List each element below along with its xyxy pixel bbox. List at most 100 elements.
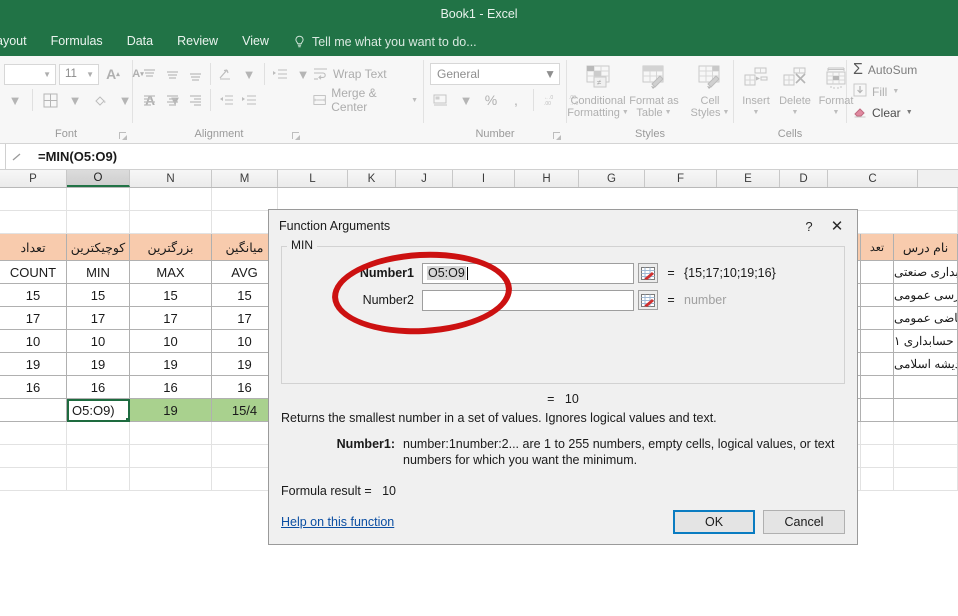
column-header-M[interactable]: M [212,170,278,187]
column-header-P[interactable]: P [0,170,67,187]
cell[interactable] [278,188,958,211]
cell-min-2[interactable]: 10 [67,330,130,353]
cell[interactable] [130,422,212,445]
header-cell-max-fa[interactable]: بزرگترین [130,234,212,261]
autosum-button[interactable]: Σ AutoSum [847,59,923,81]
cell[interactable] [130,468,212,491]
cell[interactable] [861,376,894,399]
column-header-D[interactable]: D [780,170,828,187]
help-on-this-function-link[interactable]: Help on this function [281,515,673,529]
column-header-F[interactable]: F [645,170,717,187]
cell[interactable] [861,353,894,376]
fill-color-icon[interactable] [89,89,111,111]
cell-count-0[interactable]: 15 [0,284,67,307]
column-header-K[interactable]: K [348,170,396,187]
cell[interactable] [130,445,212,468]
cell-max-4[interactable]: 16 [130,376,212,399]
percent-style-icon[interactable]: % [480,89,502,111]
header-cell-count2-fa[interactable]: تعد [861,234,894,261]
chevron-down-icon[interactable]: ▼ [833,107,840,119]
increase-indent-icon-2[interactable] [238,89,260,111]
font-size-combo[interactable]: 11 ▼ [59,63,99,85]
decrease-indent-icon[interactable] [215,89,237,111]
conditional-formatting-button[interactable]: ≠ Conditional Formatting ▼ [567,61,629,119]
cell-count-2[interactable]: 10 [0,330,67,353]
align-right-icon[interactable] [184,89,206,111]
tell-me-box[interactable]: Tell me what you want to do... [293,35,477,49]
column-header-G[interactable]: G [579,170,645,187]
chevron-down-icon[interactable]: ▼ [892,88,899,95]
cancel-button[interactable]: Cancel [763,510,845,534]
collapse-dialog-button-1[interactable] [638,263,658,283]
header-cell-count-en[interactable]: COUNT [0,261,67,284]
cell[interactable] [67,211,130,234]
insert-cells-button[interactable]: Insert ▼ [738,61,774,119]
tab-data[interactable]: Data [115,30,165,54]
tab-formulas[interactable]: Formulas [39,30,115,54]
cell[interactable] [0,445,67,468]
column-header-L[interactable]: L [278,170,348,187]
cell-max-1[interactable]: 17 [130,307,212,330]
cell[interactable] [0,188,67,211]
chevron-down-icon[interactable]: ▼ [411,97,418,104]
cell-min-1[interactable]: 17 [67,307,130,330]
orientation-caret-icon[interactable]: ▼ [238,63,260,85]
alignment-dialog-launcher-icon[interactable] [292,132,301,141]
chevron-down-icon[interactable]: ▼ [792,107,799,119]
cell[interactable] [67,445,130,468]
align-bottom-icon[interactable] [184,63,206,85]
chevron-down-icon[interactable]: ▼ [906,109,913,116]
column-header-C[interactable]: C [828,170,918,187]
close-icon[interactable]: ✕ [823,213,851,239]
active-cell-editing[interactable]: O5:O9) [67,399,130,422]
number-format-combo[interactable]: General ▼ [430,63,560,85]
cell[interactable] [894,399,958,422]
align-top-icon[interactable] [138,63,160,85]
increase-indent-icon[interactable] [269,63,291,85]
chevron-down-icon[interactable]: ▼ [665,107,672,119]
tab-view[interactable]: View [230,30,281,54]
tab-page-layout[interactable]: ayout [0,30,39,54]
borders-icon[interactable] [39,89,61,111]
delete-cells-button[interactable]: Delete ▼ [776,61,814,119]
font-dialog-launcher-icon[interactable] [119,132,128,141]
cell[interactable] [861,445,894,468]
cell[interactable] [861,330,894,353]
cell[interactable] [0,422,67,445]
wrap-text-button[interactable]: Wrap Text [310,67,387,81]
arg-input-number2[interactable] [422,289,634,311]
formula-input[interactable]: =MIN(O5:O9) [28,144,958,169]
column-header-H[interactable]: H [515,170,579,187]
cell-max-3[interactable]: 19 [130,353,212,376]
cell-count-summary[interactable] [0,399,67,422]
align-center-icon[interactable] [161,89,183,111]
cell-course-1[interactable]: فارسی عمومی [894,284,958,307]
cell-count-1[interactable]: 17 [0,307,67,330]
format-as-table-button[interactable]: Format as Table ▼ [627,61,681,119]
clear-button[interactable]: Clear ▼ [847,102,919,123]
header-cell-course-fa[interactable]: نام درس [894,234,958,261]
column-header-J[interactable]: J [396,170,453,187]
cell[interactable] [212,188,278,211]
comma-style-icon[interactable]: , [505,89,527,111]
increase-decimal-icon[interactable]: ←.0.00 [540,89,562,111]
font-name-combo[interactable]: ▼ [4,63,56,85]
cell[interactable] [861,307,894,330]
cell[interactable] [0,468,67,491]
cell-course-3[interactable]: اصول حسابداری ۱ [894,330,958,353]
tab-review[interactable]: Review [165,30,230,54]
align-middle-icon[interactable] [161,63,183,85]
cell[interactable] [67,468,130,491]
cell[interactable] [894,422,958,445]
cell[interactable] [894,445,958,468]
header-cell-min-fa[interactable]: کوچیکترین [67,234,130,261]
cell[interactable] [894,468,958,491]
arg-input-number1[interactable]: O5:O9 [422,262,634,284]
accounting-caret-icon[interactable]: ▼ [455,89,477,111]
header-cell-max-en[interactable]: MAX [130,261,212,284]
cell-min-0[interactable]: 15 [67,284,130,307]
cell[interactable] [0,211,67,234]
column-header-N[interactable]: N [130,170,212,187]
cell-course-0[interactable]: سابداری صنعتی [894,261,958,284]
cell[interactable] [130,188,212,211]
